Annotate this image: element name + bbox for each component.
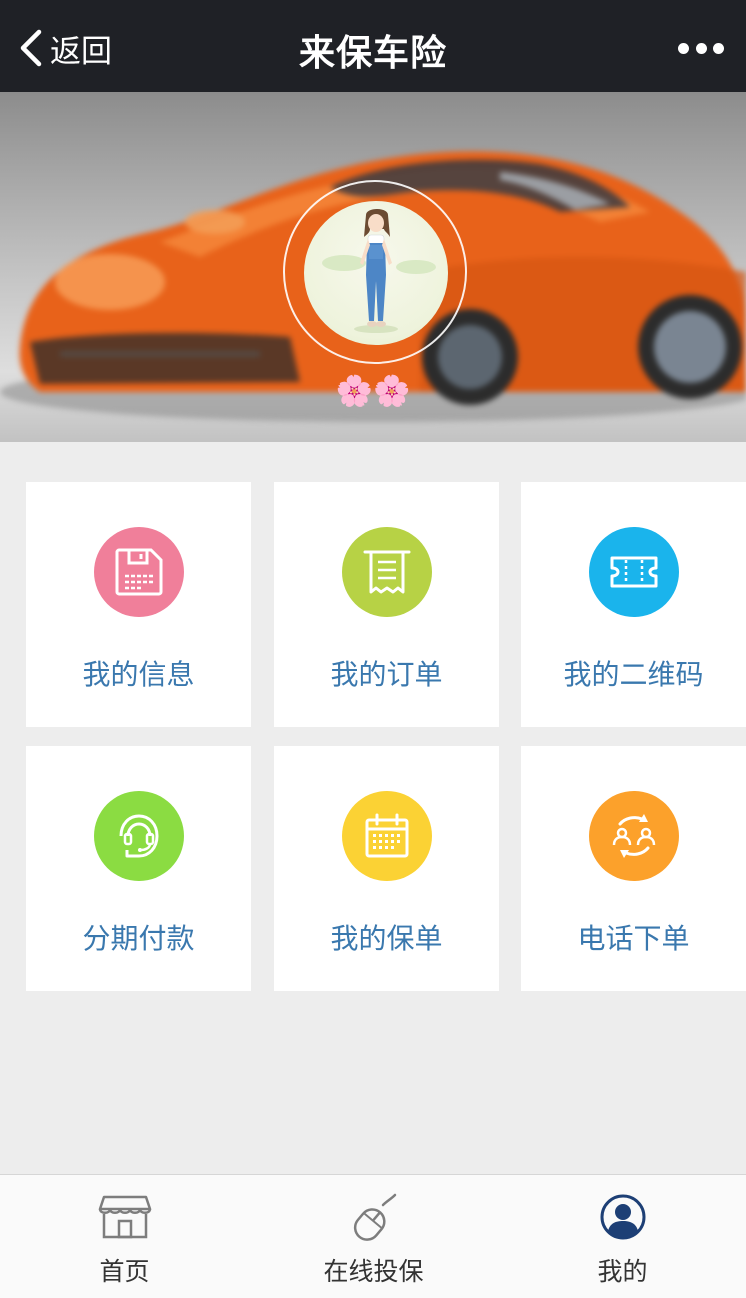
menu-my-info[interactable]: 我的信息 [26, 482, 251, 727]
menu-my-policy[interactable]: 我的保单 [274, 746, 499, 991]
receipt-icon [342, 527, 432, 617]
menu-phone-order[interactable]: 电话下单 [521, 746, 746, 991]
tab-label: 在线投保 [323, 1257, 424, 1286]
page-title: 来保车险 [298, 33, 447, 74]
menu-label: 电话下单 [577, 922, 690, 955]
user-avatar-icon [600, 1194, 645, 1240]
girl-illustration-icon [322, 209, 436, 333]
more-menu-button[interactable] [678, 36, 724, 60]
menu-my-orders[interactable]: 我的订单 [274, 482, 499, 727]
calendar-icon [342, 791, 432, 881]
tab-mine[interactable]: 我的 [498, 1175, 746, 1298]
save-disk-icon [94, 527, 184, 617]
bottom-tabbar: 首页 在线投保 我的 [0, 1174, 746, 1298]
menu-label: 分期付款 [82, 922, 195, 955]
user-nickname: 🌸🌸 [335, 374, 411, 409]
tab-online-insure[interactable]: 在线投保 [249, 1175, 498, 1298]
tab-label: 首页 [99, 1257, 150, 1286]
profile-banner: 🌸🌸 [0, 92, 746, 442]
menu-label: 我的信息 [82, 658, 195, 691]
top-navbar: 返回 来保车险 [0, 0, 746, 92]
tab-home[interactable]: 首页 [0, 1175, 249, 1298]
mouse-icon [353, 1193, 396, 1241]
users-sync-icon [589, 791, 679, 881]
menu-installment[interactable]: 分期付款 [26, 746, 251, 991]
menu-label: 我的二维码 [563, 658, 704, 691]
tab-label: 我的 [597, 1257, 648, 1286]
shop-icon [98, 1195, 151, 1239]
menu-label: 我的保单 [330, 922, 443, 955]
more-dots-icon [678, 42, 689, 54]
headset-icon [94, 791, 184, 881]
ticket-icon [589, 527, 679, 617]
user-avatar[interactable] [304, 201, 448, 345]
menu-my-qrcode[interactable]: 我的二维码 [521, 482, 746, 727]
menu-label: 我的订单 [330, 658, 443, 691]
